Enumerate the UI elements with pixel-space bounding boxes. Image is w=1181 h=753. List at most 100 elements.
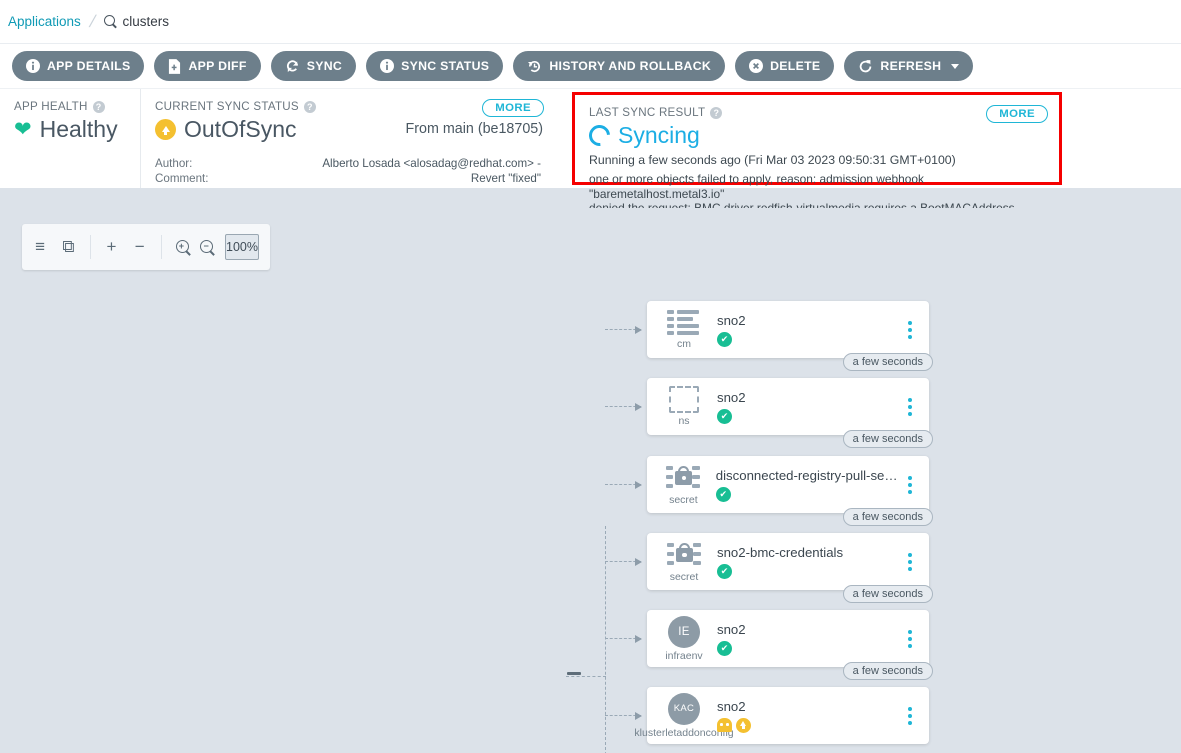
zoom-out-minus-icon[interactable]: −	[133, 237, 147, 257]
node-kind-label: cm	[677, 338, 691, 350]
align-icon[interactable]: ≡	[33, 237, 47, 257]
arrow-up-circle-icon	[736, 718, 751, 733]
app-health-pane: APP HEALTH ? ❤ Healthy	[0, 89, 140, 188]
tree-branch-line	[605, 406, 641, 407]
comment-value: Revert "fixed"	[322, 171, 541, 186]
result-more-button[interactable]: MORE	[986, 105, 1048, 123]
node-name: disconnected-registry-pull-se…	[716, 468, 898, 483]
help-icon[interactable]: ?	[710, 107, 722, 119]
node-name: sno2	[717, 390, 897, 405]
zoom-level-input[interactable]: 100%	[225, 234, 259, 260]
sync-status-label: SYNC STATUS	[401, 59, 489, 73]
fit-to-screen-icon[interactable]: ⧉	[61, 237, 75, 257]
chevron-down-icon[interactable]	[951, 64, 959, 69]
refresh-button[interactable]: REFRESH	[844, 51, 973, 81]
kebab-menu-icon[interactable]	[897, 630, 923, 648]
node-timestamp: a few seconds	[843, 585, 933, 603]
tree-branch-line	[605, 484, 641, 485]
node-badges: ✔	[717, 564, 897, 579]
zoom-in-plus-icon[interactable]: +	[104, 237, 118, 257]
resource-node-ns-sno2[interactable]: ns sno2 ✔ a few seconds	[647, 378, 929, 435]
close-circle-icon	[749, 59, 763, 73]
node-badges: ✔	[717, 641, 897, 656]
last-sync-error-line-1: one or more objects failed to apply, rea…	[589, 172, 1045, 201]
sync-status-button[interactable]: SYNC STATUS	[366, 51, 503, 81]
history-and-rollback-button[interactable]: HISTORY AND ROLLBACK	[513, 51, 725, 81]
node-badges: ✔	[717, 409, 897, 424]
configmap-icon	[667, 310, 701, 336]
health-check-icon: ✔	[717, 564, 732, 579]
divider	[90, 235, 91, 259]
unknown-health-icon	[717, 718, 732, 732]
node-timestamp: a few seconds	[843, 430, 933, 448]
secret-lock-icon	[666, 464, 700, 492]
resource-node-cm-sno2[interactable]: cm sno2 ✔ a few seconds	[647, 301, 929, 358]
namespace-icon	[669, 386, 699, 413]
node-name: sno2-bmc-credentials	[717, 545, 897, 560]
help-icon[interactable]: ?	[93, 101, 105, 113]
breadcrumb-separator: /	[87, 12, 97, 32]
spinner-icon	[585, 121, 615, 151]
zoom-in-icon[interactable]: +	[176, 240, 187, 255]
sync-revision: From main (be18705)	[406, 121, 543, 137]
status-strip: APP HEALTH ? ❤ Healthy CURRENT SYNC STAT…	[0, 88, 1181, 188]
breadcrumb: Applications / clusters	[0, 0, 1181, 43]
node-kind-label: secret	[669, 494, 698, 506]
refresh-icon	[858, 59, 873, 74]
node-timestamp: a few seconds	[843, 508, 933, 526]
history-icon	[527, 59, 542, 74]
app-health-title-label: APP HEALTH	[14, 100, 88, 113]
node-name: sno2	[717, 699, 897, 714]
last-sync-running-line: Running a few seconds ago (Fri Mar 03 20…	[589, 153, 1045, 167]
collapse-toggle-icon[interactable]	[567, 672, 581, 675]
sync-more-button[interactable]: MORE	[482, 99, 544, 117]
health-check-icon: ✔	[717, 409, 732, 424]
heart-icon: ❤	[14, 119, 32, 140]
kebab-menu-icon[interactable]	[897, 553, 923, 571]
app-diff-button[interactable]: APP DIFF	[154, 51, 260, 81]
breadcrumb-current: clusters	[104, 14, 170, 29]
resource-node-secret-sno2-bmc-credentials[interactable]: secret sno2-bmc-credentials ✔ a few seco…	[647, 533, 929, 590]
node-badges: ✔	[716, 487, 898, 502]
tree-branch-line	[605, 638, 641, 639]
node-kind: IE infraenv	[657, 616, 711, 662]
breadcrumb-applications-link[interactable]: Applications	[8, 14, 81, 29]
resource-tree-canvas[interactable]: ≡ ⧉ + − + − 100% cm sno2 ✔	[0, 208, 1181, 753]
zoom-toolbar: ≡ ⧉ + − + − 100%	[22, 224, 270, 270]
node-kind: KAC klusterletaddonconfig	[657, 693, 711, 739]
resource-node-secret-disconnected-registry-pull-secret[interactable]: secret disconnected-registry-pull-se… ✔ …	[647, 456, 929, 513]
author-value: Alberto Losada <alosadag@redhat.com> -	[322, 156, 541, 171]
kebab-menu-icon[interactable]	[897, 707, 923, 725]
avatar-icon: KAC	[668, 693, 700, 725]
kebab-menu-icon[interactable]	[898, 476, 923, 494]
resource-node-infraenv-sno2[interactable]: IE infraenv sno2 ✔ a few seconds	[647, 610, 929, 667]
node-kind: ns	[657, 386, 711, 427]
current-sync-status-value: OutOfSync	[184, 116, 296, 143]
sync-meta: Author: Comment: Alberto Losada <alosada…	[155, 156, 541, 186]
tree-root-connector	[566, 676, 606, 677]
tree-branch-line	[605, 715, 641, 716]
secret-lock-icon	[667, 541, 701, 569]
kebab-menu-icon[interactable]	[897, 321, 923, 339]
health-check-icon: ✔	[716, 487, 731, 502]
node-kind-label: infraenv	[665, 650, 702, 662]
help-icon[interactable]: ?	[304, 101, 316, 113]
avatar-icon: IE	[668, 616, 700, 648]
breadcrumb-current-label: clusters	[123, 14, 170, 29]
node-body: sno2	[711, 699, 897, 733]
app-details-button[interactable]: APP DETAILS	[12, 51, 144, 81]
last-sync-result-title-label: LAST SYNC RESULT	[589, 106, 705, 119]
sync-button[interactable]: SYNC	[271, 51, 356, 81]
resource-node-klusterletaddonconfig-sno2[interactable]: KAC klusterletaddonconfig sno2	[647, 687, 929, 744]
node-body: sno2 ✔	[711, 313, 897, 347]
current-sync-status-title-label: CURRENT SYNC STATUS	[155, 100, 299, 113]
delete-button[interactable]: DELETE	[735, 51, 834, 81]
node-body: sno2-bmc-credentials ✔	[711, 545, 897, 579]
delete-label: DELETE	[770, 59, 820, 73]
node-kind: secret	[657, 464, 710, 506]
node-name: sno2	[717, 313, 897, 328]
zoom-out-icon[interactable]: −	[200, 240, 211, 255]
app-health-value-row: ❤ Healthy	[14, 116, 126, 143]
kebab-menu-icon[interactable]	[897, 398, 923, 416]
refresh-label: REFRESH	[880, 59, 941, 73]
